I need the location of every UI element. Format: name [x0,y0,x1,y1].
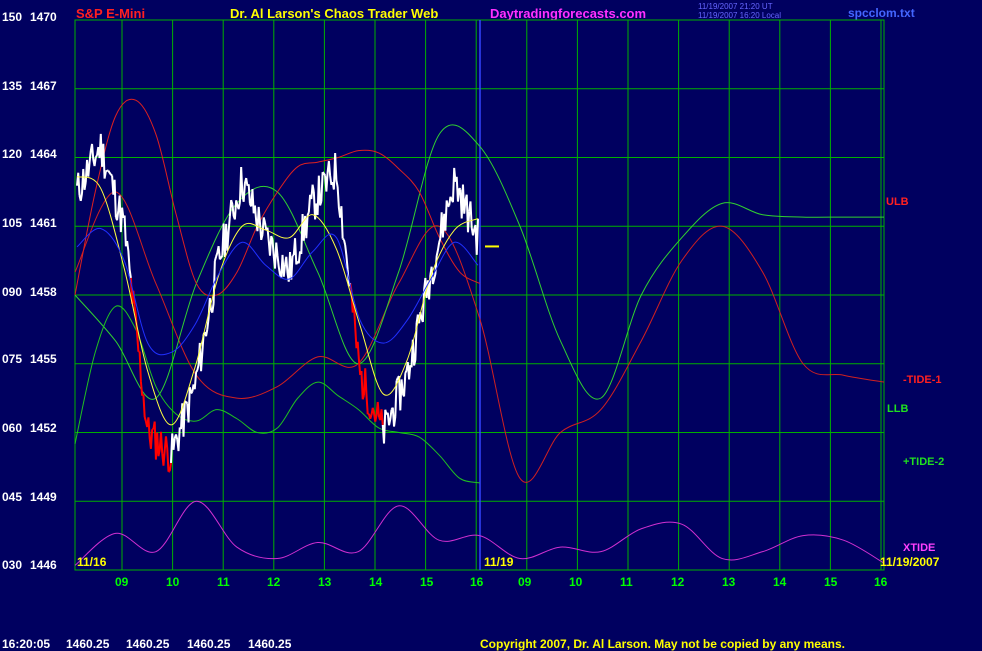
tide2-label: +TIDE-2 [903,456,945,468]
x-tick: 15 [824,575,838,589]
smooth-average-line [76,176,479,426]
status-price-3: 1460.25 [187,637,231,651]
status-price-2: 1460.25 [126,637,170,651]
ulb-label: ULB [886,196,909,208]
status-price-1: 1460.25 [66,637,110,651]
x-tick: 14 [369,575,383,589]
x-tick: 15 [420,575,434,589]
x-tick: 09 [115,575,129,589]
x-tick: 09 [518,575,532,589]
x-tick: 14 [773,575,787,589]
price-chart [74,19,885,571]
x-tick: 12 [671,575,685,589]
price-bars [76,133,479,463]
tide1-label: -TIDE-1 [903,374,942,386]
copyright-text: Copyright 2007, Dr. Al Larson. May not b… [480,637,845,651]
x-tick: 11 [620,575,633,589]
x-tick: 16 [470,575,484,589]
status-price-4: 1460.25 [248,637,292,651]
session-end-label: 11/19/2007 [880,555,940,569]
x-tick: 10 [569,575,583,589]
x-tick: 13 [318,575,332,589]
status-time: 16:20:05 [2,637,51,651]
session-mid-label: 11/19 [484,555,514,569]
x-tick: 10 [166,575,180,589]
llb-line [74,305,481,484]
llb-label: LLB [887,403,909,415]
x-tick: 16 [874,575,888,589]
xtide-label: XTIDE [903,542,936,554]
x-tick: 11 [217,575,230,589]
x-tick: 13 [722,575,736,589]
ulb-line [74,98,481,297]
x-tick: 12 [267,575,281,589]
session-start-label: 11/16 [77,555,107,569]
